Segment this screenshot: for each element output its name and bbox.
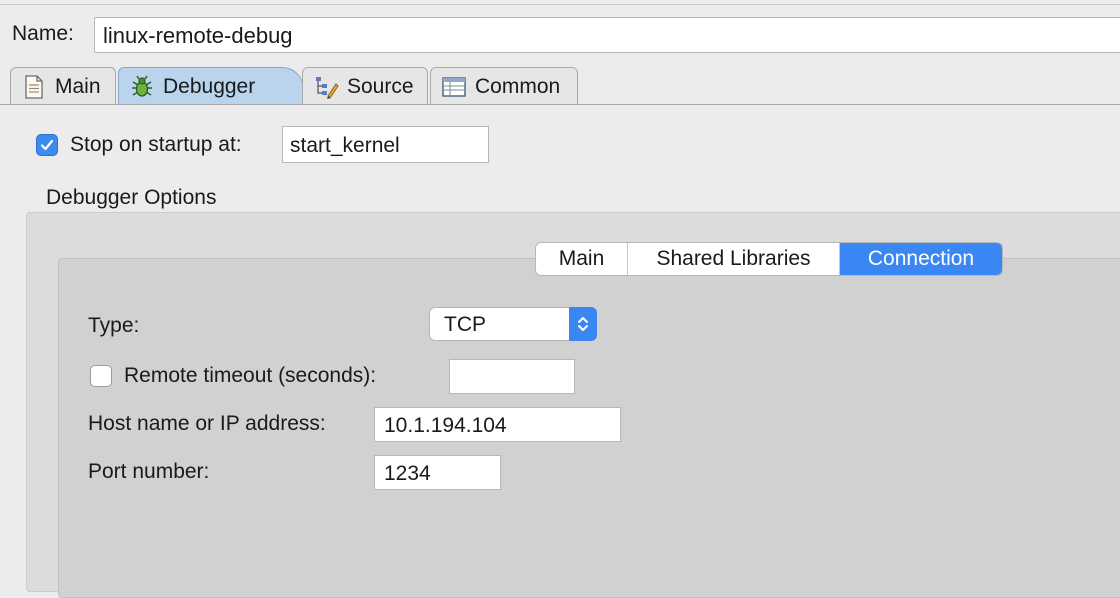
remote-timeout-label: Remote timeout (seconds): bbox=[124, 364, 377, 387]
checkmark-icon bbox=[40, 139, 54, 151]
bug-icon bbox=[129, 74, 155, 100]
tab-source-label: Source bbox=[347, 74, 414, 98]
source-tree-icon bbox=[313, 74, 339, 100]
port-label: Port number: bbox=[88, 460, 210, 483]
debugger-options-segmented-control: Main Shared Libraries Connection bbox=[535, 242, 1003, 276]
stop-on-startup-label: Stop on startup at: bbox=[70, 133, 242, 156]
stop-on-startup-checkbox[interactable] bbox=[36, 134, 58, 156]
tab-main[interactable]: Main bbox=[10, 67, 116, 105]
type-select-value: TCP bbox=[444, 313, 486, 336]
updown-chevron-icon bbox=[569, 307, 597, 341]
tab-common[interactable]: Common bbox=[430, 67, 578, 105]
tab-source[interactable]: Source bbox=[302, 67, 428, 105]
remote-timeout-checkbox[interactable] bbox=[90, 365, 112, 387]
subtab-connection[interactable]: Connection bbox=[840, 243, 1002, 275]
tab-common-label: Common bbox=[475, 74, 561, 98]
host-label: Host name or IP address: bbox=[88, 412, 326, 435]
top-divider bbox=[0, 4, 1120, 5]
table-icon bbox=[441, 74, 467, 100]
tab-debugger-label: Debugger bbox=[163, 74, 256, 98]
host-input[interactable]: 10.1.194.104 bbox=[374, 407, 621, 442]
document-icon bbox=[21, 74, 47, 100]
name-label: Name: bbox=[12, 22, 74, 45]
tab-main-label: Main bbox=[55, 74, 101, 98]
type-label: Type: bbox=[88, 314, 140, 337]
tabs-divider bbox=[0, 104, 1120, 105]
stop-on-startup-input[interactable]: start_kernel bbox=[282, 126, 489, 163]
subtab-main[interactable]: Main bbox=[536, 243, 628, 275]
remote-timeout-input[interactable] bbox=[449, 359, 575, 394]
type-select[interactable]: TCP bbox=[429, 307, 597, 341]
debugger-options-label: Debugger Options bbox=[46, 186, 217, 209]
name-input[interactable]: linux-remote-debug bbox=[94, 17, 1120, 53]
subtab-shared-libraries[interactable]: Shared Libraries bbox=[628, 243, 840, 275]
tab-debugger[interactable]: Debugger bbox=[118, 67, 304, 105]
port-input[interactable]: 1234 bbox=[374, 455, 501, 490]
